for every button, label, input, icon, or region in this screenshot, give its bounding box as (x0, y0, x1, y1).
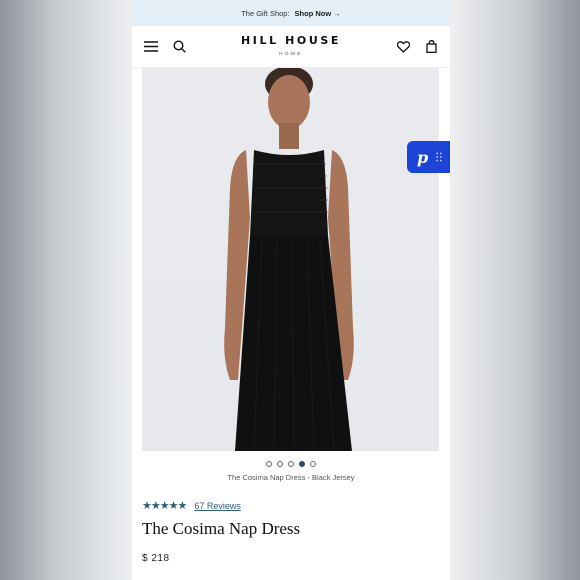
menu-icon[interactable] (144, 40, 158, 54)
carousel-dot[interactable] (277, 461, 283, 467)
floating-widget-button[interactable]: p (407, 141, 450, 173)
image-caption: The Cosima Nap Dress - Black Jersey (227, 473, 355, 482)
product-title: The Cosima Nap Dress (142, 519, 301, 538)
promo-banner: The Gift Shop: Shop Now → (132, 0, 450, 26)
carousel-dot[interactable] (299, 461, 305, 467)
carousel-dot[interactable] (266, 461, 272, 467)
reviews-link[interactable]: 67 Reviews (194, 501, 241, 511)
brand-logo[interactable]: HILL HOUSE HOME (241, 34, 341, 56)
promo-text: The Gift Shop: (241, 8, 290, 18)
star-rating: ★★★★★ (142, 500, 187, 512)
drag-handle-icon[interactable] (436, 152, 442, 162)
search-icon[interactable] (172, 40, 186, 54)
brand-name: HILL HOUSE (240, 34, 342, 47)
carousel-dots (132, 461, 450, 467)
heart-icon[interactable] (396, 40, 410, 54)
phone-screen: The Gift Shop: Shop Now → HILL HOUSE HOM… (132, 0, 450, 580)
widget-logo: p (417, 147, 429, 167)
brand-sub: HOME (279, 51, 303, 56)
shopping-bag-icon[interactable] (424, 40, 438, 54)
product-image[interactable] (142, 68, 439, 451)
rating-row: ★★★★★ 67 Reviews (142, 499, 241, 512)
shop-now-link[interactable]: Shop Now → (295, 9, 341, 18)
carousel-dot[interactable] (288, 461, 294, 467)
site-header: HILL HOUSE HOME (132, 26, 450, 68)
product-price: $ 218 (142, 553, 170, 564)
carousel-dot[interactable] (310, 461, 316, 467)
